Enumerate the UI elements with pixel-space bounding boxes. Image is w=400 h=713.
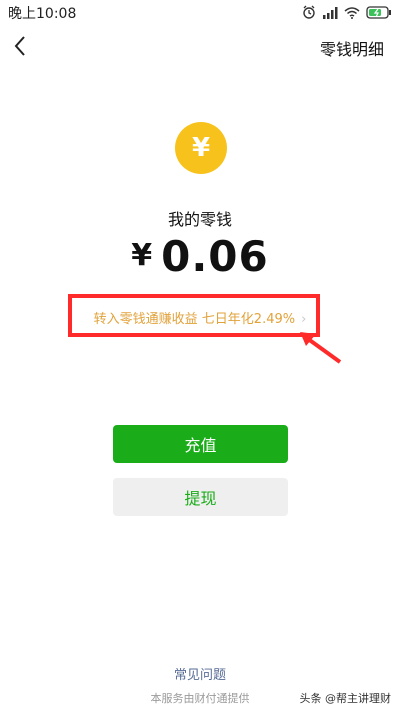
- coin-symbol: ¥: [191, 133, 211, 163]
- recharge-button[interactable]: 充值: [113, 425, 288, 463]
- status-bar: 晚上10:08: [0, 0, 400, 26]
- yen-coin-icon: ¥: [175, 122, 227, 174]
- wifi-icon: [344, 4, 360, 23]
- balance-title: 我的零钱: [167, 210, 232, 229]
- balance-value: 0.06: [161, 232, 269, 281]
- watermark: 头条 @帮主讲理财: [296, 689, 394, 707]
- alarm-icon: [302, 4, 316, 23]
- balance-amount: ¥0.06: [0, 232, 400, 281]
- signal-icon: [322, 4, 338, 23]
- nav-bar: 零钱明细: [0, 28, 400, 68]
- annotation-arrow-icon: [300, 332, 342, 364]
- status-icons: [302, 4, 392, 23]
- balance-currency: ¥: [131, 238, 154, 273]
- change-detail-link[interactable]: 零钱明细: [320, 36, 384, 60]
- back-button[interactable]: [8, 34, 32, 62]
- withdraw-button[interactable]: 提现: [113, 478, 288, 516]
- back-arrow-icon: [13, 35, 27, 61]
- status-time: 晚上10:08: [8, 6, 77, 22]
- battery-icon: [366, 4, 392, 23]
- annotation-highlight-box: [68, 294, 320, 337]
- faq-link[interactable]: 常见问题: [0, 664, 400, 683]
